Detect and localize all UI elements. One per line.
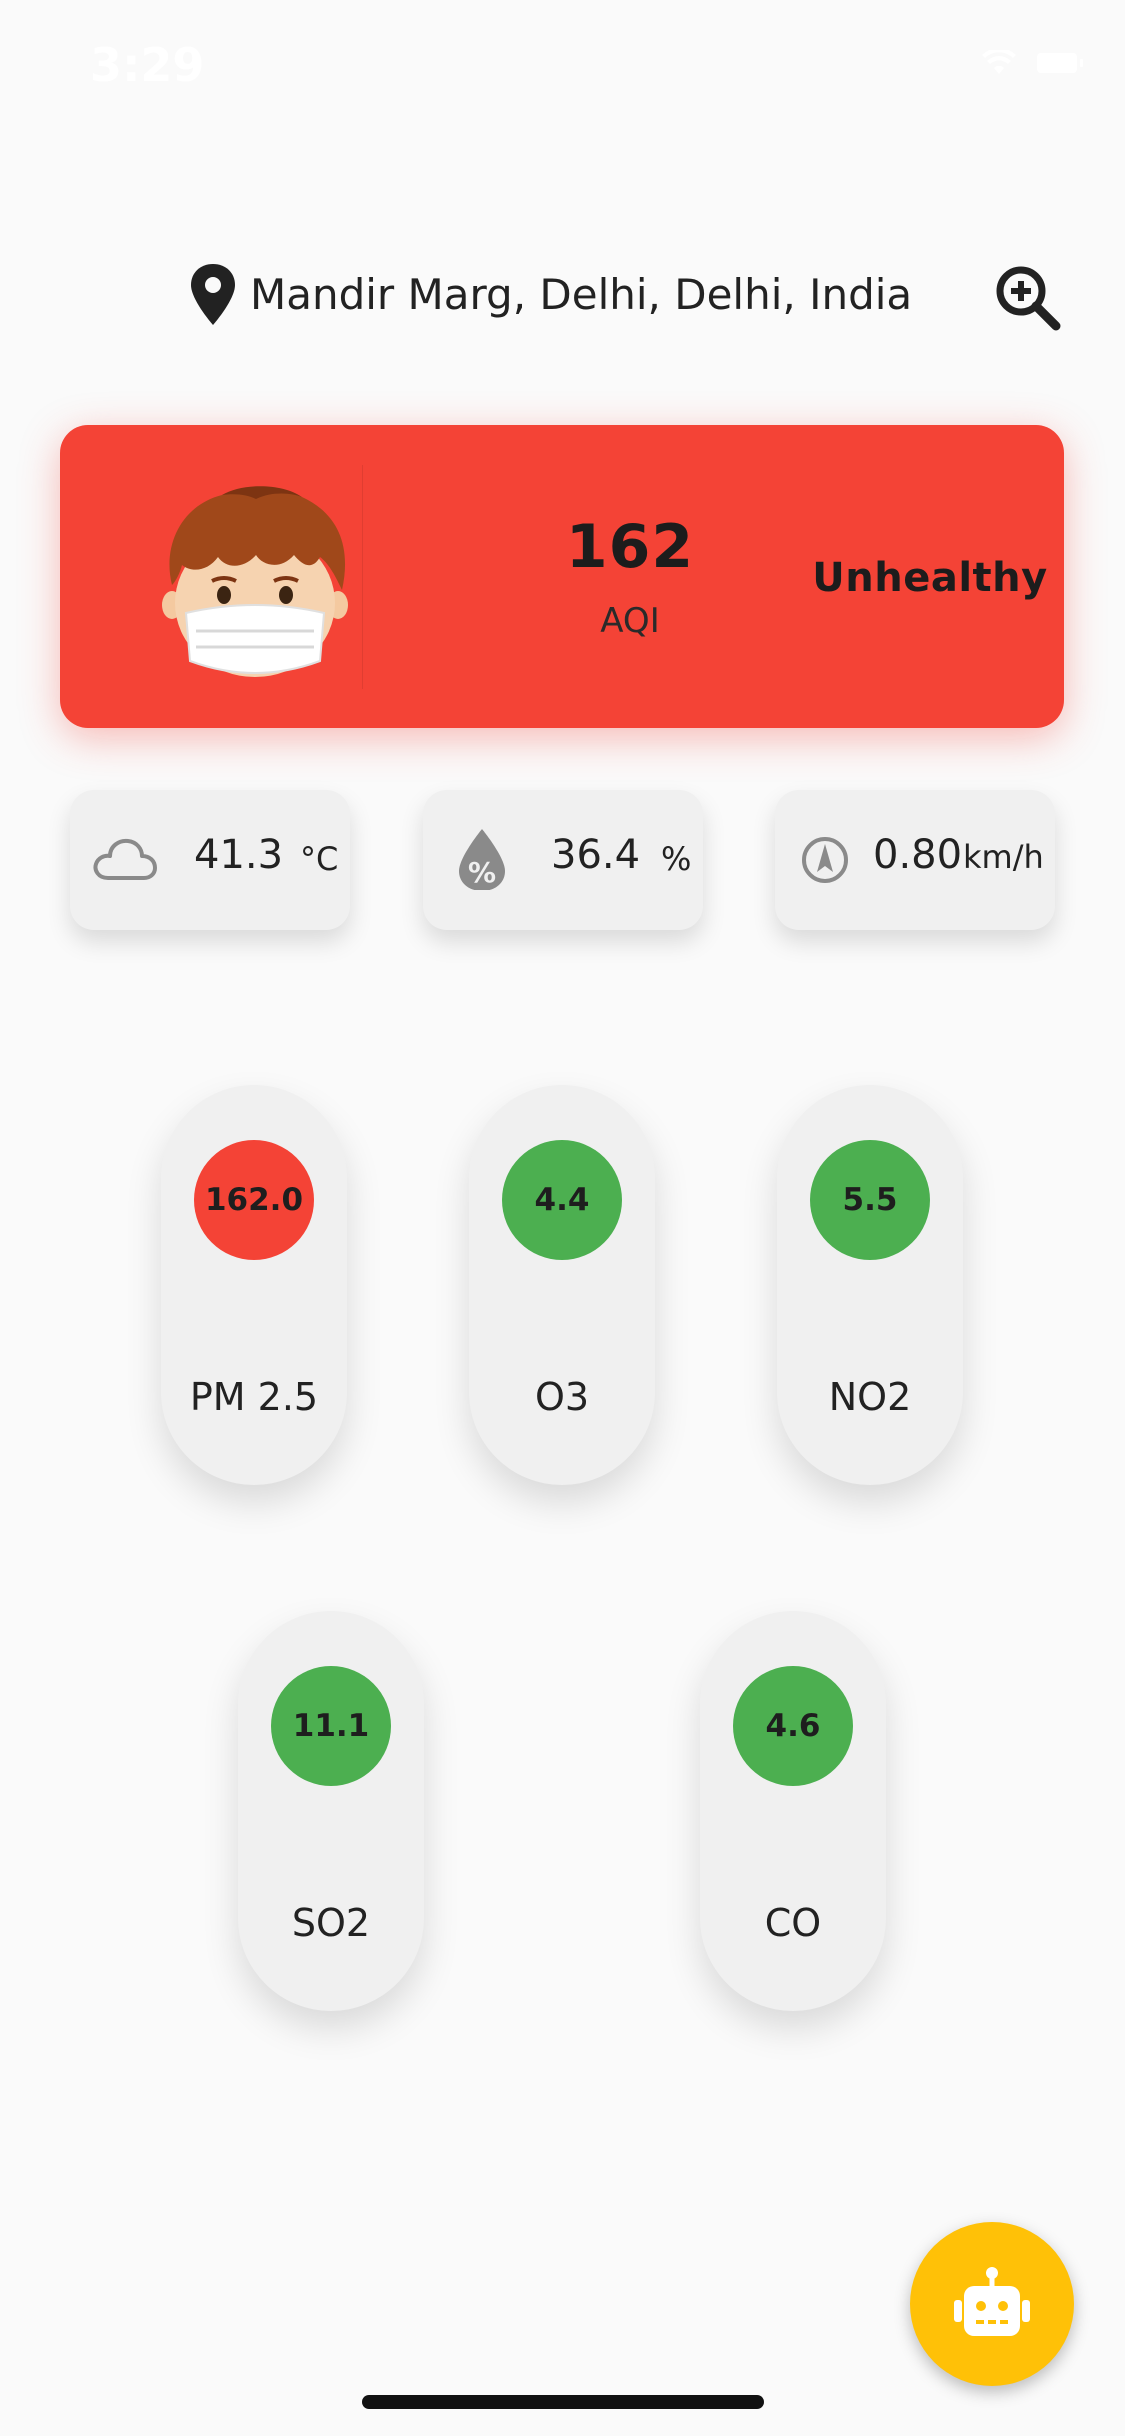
- map-pin-icon: [191, 264, 235, 325]
- zoom-in-icon: [996, 266, 1061, 331]
- home-indicator: [362, 2395, 764, 2409]
- aqi-value: 162: [565, 512, 695, 582]
- pollutant-value-badge: 5.5: [810, 1140, 930, 1260]
- humidity-drop-icon: %: [459, 829, 505, 890]
- wifi-icon: [982, 50, 1016, 74]
- pollutant-name: NO2: [828, 1375, 912, 1419]
- compass-icon: [802, 837, 848, 883]
- zoom-in-button[interactable]: [994, 264, 1062, 332]
- pollutant-card-no2[interactable]: 5.5 NO2: [777, 1085, 963, 1485]
- boy-with-mask-icon: [162, 486, 348, 677]
- humidity-unit: %: [661, 840, 692, 878]
- pollutant-name: SO2: [291, 1901, 371, 1945]
- pollutant-card-so2[interactable]: 11.1 SO2: [238, 1611, 424, 2011]
- wind-card: 0.80 km/h: [775, 790, 1055, 930]
- chatbot-fab-button[interactable]: [910, 2222, 1074, 2386]
- cloud-icon: [93, 838, 157, 880]
- humidity-value: 36.4: [551, 832, 641, 878]
- wind-unit: km/h: [963, 838, 1044, 876]
- location-header: Mandir Marg, Delhi, Delhi, India: [0, 256, 1125, 336]
- aqi-card[interactable]: 162 AQI Unhealthy: [60, 425, 1064, 728]
- status-bar: 3:29: [0, 0, 1125, 140]
- pollutant-card-pm25[interactable]: 162.0 PM 2.5: [161, 1085, 347, 1485]
- wind-value: 0.80: [873, 832, 963, 878]
- humidity-card: % 36.4 %: [423, 790, 703, 930]
- pollutant-card-o3[interactable]: 4.4 O3: [469, 1085, 655, 1485]
- pollutant-card-co[interactable]: 4.6 CO: [700, 1611, 886, 2011]
- pollutant-name: PM 2.5: [189, 1375, 319, 1419]
- temperature-unit: °C: [300, 840, 339, 878]
- status-time: 3:29: [90, 38, 205, 92]
- aqi-label: AQI: [600, 601, 660, 641]
- robot-icon: [954, 2267, 1030, 2336]
- status-icons: [981, 50, 1083, 76]
- pollutant-value-badge: 4.6: [733, 1666, 853, 1786]
- temperature-card: 41.3 °C: [70, 790, 350, 930]
- svg-text:%: %: [468, 856, 496, 889]
- aqi-reading: 162 AQI: [480, 517, 780, 641]
- pollutant-name: O3: [534, 1375, 590, 1419]
- pollutant-value-badge: 4.4: [502, 1140, 622, 1260]
- pollutant-value-badge: 11.1: [271, 1666, 391, 1786]
- aqi-status: Unhealthy: [812, 555, 1048, 601]
- pollutant-name: CO: [764, 1901, 822, 1945]
- battery-icon: [1037, 53, 1083, 73]
- temperature-value: 41.3: [194, 832, 284, 878]
- pollutant-value-badge: 162.0: [194, 1140, 314, 1260]
- location-text: Mandir Marg, Delhi, Delhi, India: [250, 270, 913, 319]
- aqi-divider: [362, 465, 363, 689]
